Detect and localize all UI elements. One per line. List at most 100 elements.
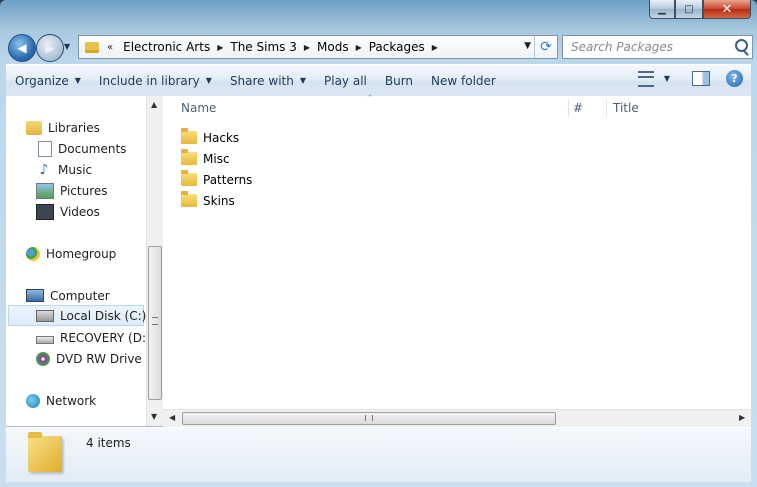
breadcrumb-electronic-arts[interactable]: Electronic Arts xyxy=(119,40,214,54)
nav-item-label: DVD RW Drive (E xyxy=(56,351,146,366)
music-note-icon: ♪ xyxy=(39,161,49,178)
documents-icon xyxy=(38,140,52,157)
refresh-icon: ⟳ xyxy=(540,39,552,55)
nav-item-label: Homegroup xyxy=(46,246,117,261)
back-button[interactable]: ◀ xyxy=(8,34,36,62)
views-dropdown[interactable]: ▼ xyxy=(664,74,670,83)
share-with-label: Share with xyxy=(229,73,294,88)
search-input[interactable] xyxy=(569,39,733,55)
folder-icon xyxy=(85,41,99,53)
refresh-button[interactable]: ⟳ xyxy=(534,36,557,58)
back-arrow-icon: ◀ xyxy=(17,41,27,55)
recent-pages-dropdown[interactable]: ▼ xyxy=(64,42,70,51)
search-icon[interactable] xyxy=(735,39,748,52)
column-header-name[interactable]: Name xyxy=(181,96,571,120)
explorer-window: ▁ □ ✕ ◀ ▶ ▼ « Electronic Arts ▶ The Sims… xyxy=(0,0,757,487)
content-area: Libraries Documents ♪ Music Pictures Vid… xyxy=(6,94,751,427)
navigation-pane: Libraries Documents ♪ Music Pictures Vid… xyxy=(6,96,146,426)
folder-icon xyxy=(181,149,197,165)
organize-label: Organize xyxy=(15,73,69,88)
column-divider[interactable] xyxy=(606,99,607,117)
nav-item-label: Local Disk (C:) xyxy=(60,308,146,323)
minimize-button[interactable]: ▁ xyxy=(649,0,675,19)
command-bar: Organize ▼ Include in library ▼ Share wi… xyxy=(6,64,751,97)
scroll-down-arrow[interactable]: ▼ xyxy=(151,412,157,421)
breadcrumb-separator[interactable]: ▶ xyxy=(353,43,365,52)
nav-item-homegroup[interactable]: Homegroup xyxy=(26,243,116,264)
scroll-left-arrow[interactable]: ◀ xyxy=(169,413,175,422)
nav-item-pictures[interactable]: Pictures xyxy=(36,180,108,201)
play-all-button[interactable]: Play all xyxy=(315,74,376,88)
folder-icon xyxy=(181,170,197,186)
address-bar[interactable]: « Electronic Arts ▶ The Sims 3 ▶ Mods ▶ … xyxy=(78,35,558,59)
new-folder-button[interactable]: New folder xyxy=(422,74,505,88)
nav-item-local-disk[interactable]: Local Disk (C:) xyxy=(8,305,146,326)
nav-item-music[interactable]: ♪ Music xyxy=(36,159,93,180)
forward-button[interactable]: ▶ xyxy=(36,34,64,62)
address-history-dropdown[interactable]: ▼ xyxy=(524,41,531,51)
nav-item-computer[interactable]: Computer xyxy=(26,285,110,306)
column-divider[interactable] xyxy=(568,99,569,117)
item-count: 4 items xyxy=(86,436,131,450)
close-button[interactable]: ✕ xyxy=(703,0,751,19)
breadcrumb-mods[interactable]: Mods xyxy=(313,40,353,54)
breadcrumb-separator[interactable]: ▶ xyxy=(429,43,441,52)
nav-item-label: Network xyxy=(46,393,97,408)
navigation-bar: ◀ ▶ ▼ « Electronic Arts ▶ The Sims 3 ▶ M… xyxy=(6,32,753,62)
nav-item-dvd-drive[interactable]: DVD RW Drive (E xyxy=(36,348,146,369)
hard-disk-icon xyxy=(36,309,54,322)
help-icon[interactable]: ? xyxy=(726,70,743,87)
libraries-icon xyxy=(26,120,42,135)
column-header-label: # xyxy=(573,101,584,115)
scrollbar-thumb[interactable] xyxy=(182,412,556,425)
breadcrumb-packages[interactable]: Packages xyxy=(365,40,429,54)
nav-item-network[interactable]: Network xyxy=(26,390,96,411)
scrollbar-thumb[interactable] xyxy=(148,246,162,400)
navigation-pane-scrollbar[interactable]: ▲ ▼ xyxy=(146,96,163,426)
details-pane: 4 items xyxy=(6,427,751,482)
nav-item-libraries[interactable]: Libraries xyxy=(26,117,100,138)
search-box xyxy=(562,35,753,59)
chevron-down-icon: ▼ xyxy=(74,76,81,85)
computer-icon xyxy=(26,289,44,302)
videos-icon xyxy=(36,203,54,220)
share-with-button[interactable]: Share with ▼ xyxy=(221,74,315,88)
toolbar-right-controls: ▼ ? xyxy=(637,70,743,87)
file-name: Hacks xyxy=(203,130,240,145)
column-header-number[interactable]: # xyxy=(573,96,603,120)
chevron-down-icon: ▼ xyxy=(205,76,212,85)
nav-item-recovery[interactable]: RECOVERY (D:) xyxy=(36,327,146,348)
scroll-up-arrow[interactable]: ▲ xyxy=(151,100,157,109)
nav-item-label: Documents xyxy=(58,141,127,156)
breadcrumb-separator[interactable]: ▶ xyxy=(301,43,313,52)
caption-buttons: ▁ □ ✕ xyxy=(649,0,751,20)
breadcrumb-overflow-chevron[interactable]: « xyxy=(107,42,113,53)
nav-item-documents[interactable]: Documents xyxy=(36,138,126,159)
breadcrumb-the-sims-3[interactable]: The Sims 3 xyxy=(226,40,300,54)
nav-item-label: Computer xyxy=(50,288,110,303)
nav-item-label: Libraries xyxy=(48,120,100,135)
network-icon xyxy=(26,393,40,408)
pictures-icon xyxy=(36,182,54,199)
include-in-library-button[interactable]: Include in library ▼ xyxy=(90,74,221,88)
organize-button[interactable]: Organize ▼ xyxy=(6,74,90,88)
folder-icon xyxy=(28,432,62,472)
breadcrumb-separator[interactable]: ▶ xyxy=(214,43,226,52)
horizontal-scrollbar[interactable]: ◀ ▶ xyxy=(163,409,751,427)
homegroup-icon xyxy=(26,246,40,261)
scroll-right-arrow[interactable]: ▶ xyxy=(739,413,745,422)
list-item[interactable]: Patterns xyxy=(181,169,252,190)
column-header-label: Name xyxy=(181,101,217,115)
maximize-button[interactable]: □ xyxy=(675,0,703,19)
list-item[interactable]: Misc xyxy=(181,148,230,169)
drive-icon xyxy=(36,335,54,344)
preview-pane-icon[interactable] xyxy=(692,71,710,86)
list-item[interactable]: Hacks xyxy=(181,127,239,148)
list-item[interactable]: Skins xyxy=(181,190,235,211)
column-header-title[interactable]: Title xyxy=(613,96,733,120)
nav-item-videos[interactable]: Videos xyxy=(36,201,100,222)
views-icon[interactable] xyxy=(637,70,654,87)
forward-arrow-icon: ▶ xyxy=(45,41,55,55)
nav-item-label: Pictures xyxy=(60,183,108,198)
burn-button[interactable]: Burn xyxy=(376,74,422,88)
